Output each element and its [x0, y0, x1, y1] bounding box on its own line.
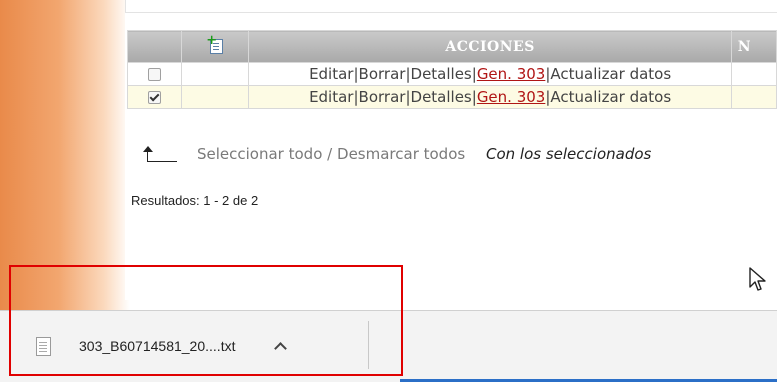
highlight-box	[9, 265, 403, 376]
row-checkbox-checked[interactable]	[148, 91, 162, 104]
table-row: Editar|Borrar|Detalles|Gen. 303|Actualiz…	[126, 85, 777, 109]
gen-303-link[interactable]: Gen. 303	[477, 88, 546, 106]
results-table: + ACCIONES N Editar|Borrar|Detalles|Gen.…	[126, 30, 777, 109]
results-count: Resultados: 1 - 2 de 2	[131, 193, 259, 208]
header-actions: ACCIONES	[248, 30, 732, 63]
table-header-row: + ACCIONES N	[126, 30, 777, 63]
corner-arrow-icon	[143, 145, 183, 162]
update-data-link[interactable]: Actualizar datos	[550, 65, 671, 83]
delete-link[interactable]: Borrar	[359, 88, 406, 106]
delete-link[interactable]: Borrar	[359, 65, 406, 83]
gen-303-link[interactable]: Gen. 303	[477, 65, 546, 83]
select-all-link[interactable]: Seleccionar todo	[197, 145, 322, 163]
row-actions: Editar|Borrar|Detalles|Gen. 303|Actualiz…	[248, 85, 732, 109]
update-data-link[interactable]: Actualizar datos	[550, 88, 671, 106]
header-add-col: +	[181, 30, 250, 63]
row-actions: Editar|Borrar|Detalles|Gen. 303|Actualiz…	[248, 62, 732, 86]
orange-sidebar-strip	[0, 0, 130, 310]
deselect-all-link[interactable]: Desmarcar todos	[337, 145, 465, 163]
header-next-col: N	[730, 30, 777, 63]
selection-divider: /	[327, 145, 333, 163]
header-checkbox-col	[126, 30, 183, 63]
edit-link[interactable]: Editar	[309, 88, 353, 106]
row-checkbox-cell	[126, 62, 183, 86]
mouse-cursor-icon	[749, 267, 766, 291]
details-link[interactable]: Detalles	[411, 65, 472, 83]
details-link[interactable]: Detalles	[411, 88, 472, 106]
with-selected-label: Con los seleccionados	[485, 145, 652, 163]
row-checkbox[interactable]	[148, 68, 162, 81]
add-document-icon[interactable]: +	[206, 33, 224, 54]
edit-link[interactable]: Editar	[309, 65, 353, 83]
top-panel-edge	[125, 0, 777, 13]
selection-bar: Seleccionar todo / Desmarcar todos Con l…	[143, 145, 651, 163]
row-checkbox-cell	[126, 85, 183, 109]
table-row: Editar|Borrar|Detalles|Gen. 303|Actualiz…	[126, 62, 777, 86]
